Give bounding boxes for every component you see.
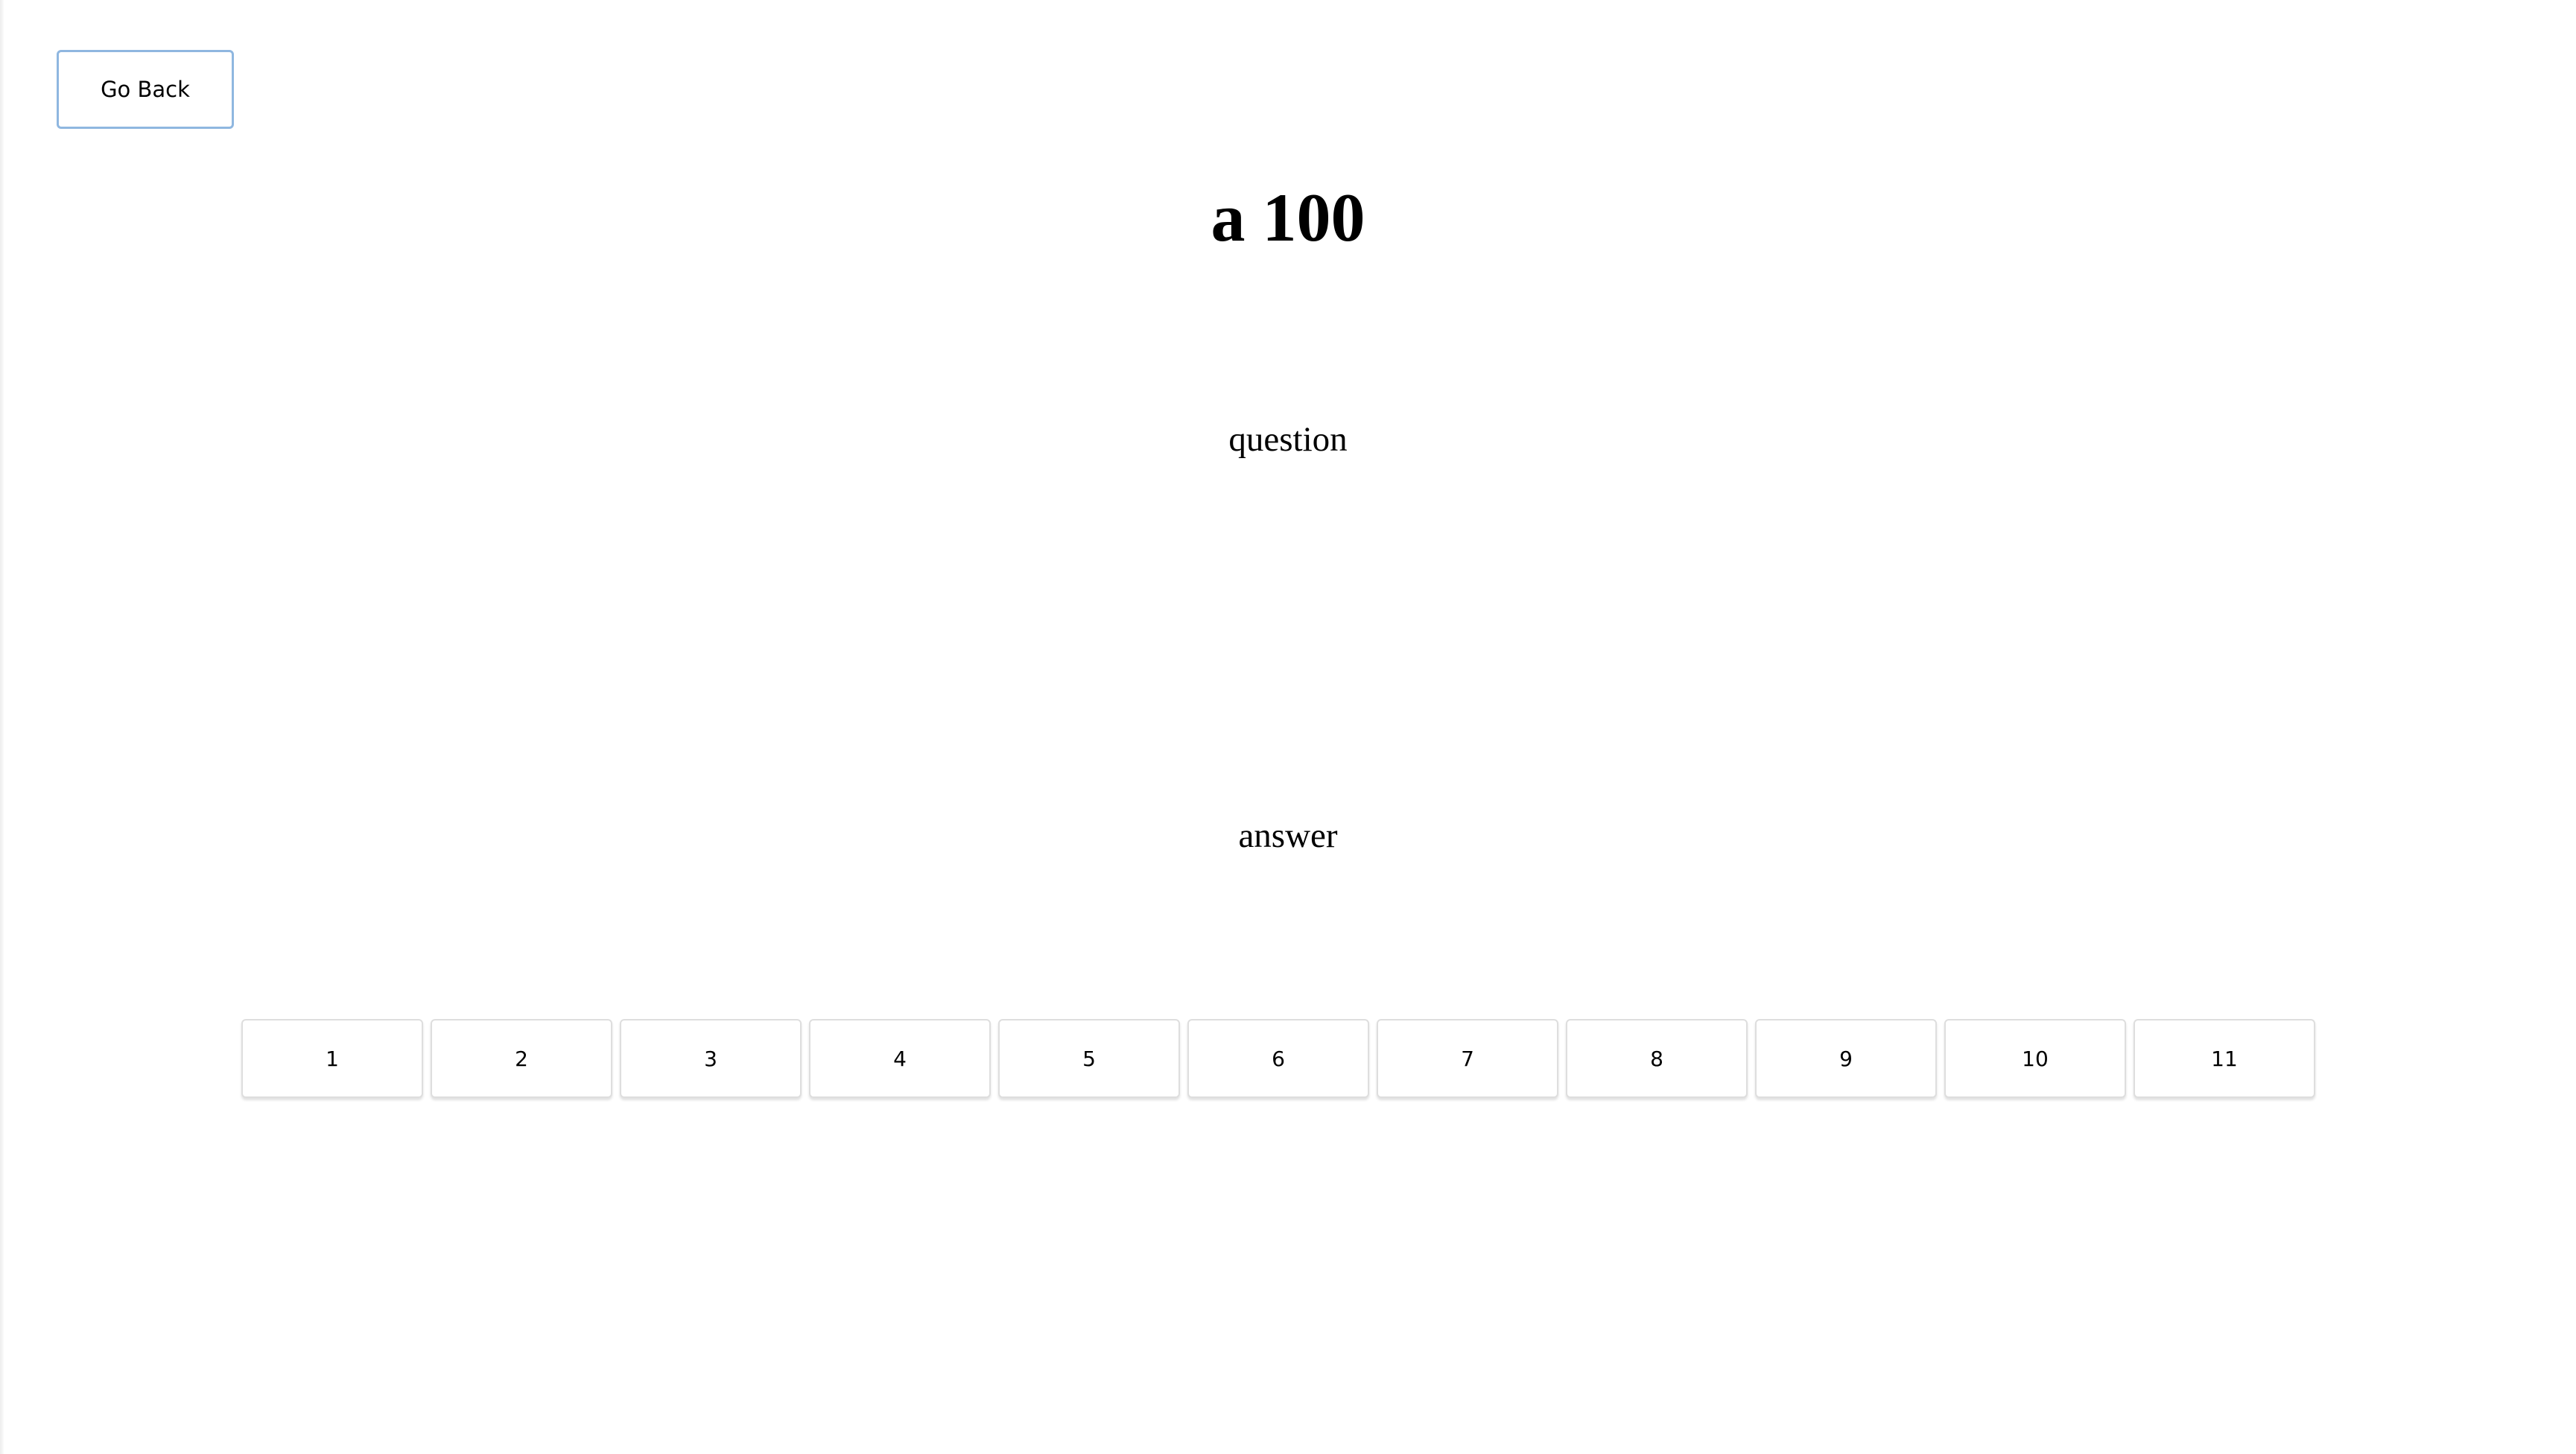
- number-button-10[interactable]: 10: [1944, 1019, 2126, 1098]
- number-button-row: 1 2 3 4 5 6 7 8 9 10 11: [241, 1019, 2315, 1098]
- number-button-9[interactable]: 9: [1755, 1019, 1937, 1098]
- go-back-button[interactable]: Go Back: [57, 50, 234, 129]
- number-button-8[interactable]: 8: [1566, 1019, 1748, 1098]
- number-button-1[interactable]: 1: [241, 1019, 423, 1098]
- number-button-3[interactable]: 3: [620, 1019, 802, 1098]
- number-button-4[interactable]: 4: [809, 1019, 991, 1098]
- page-title: a 100: [1211, 180, 1365, 255]
- number-button-2[interactable]: 2: [431, 1019, 612, 1098]
- number-button-7[interactable]: 7: [1377, 1019, 1558, 1098]
- number-button-11[interactable]: 11: [2134, 1019, 2315, 1098]
- number-button-6[interactable]: 6: [1187, 1019, 1369, 1098]
- answer-text: answer: [1238, 816, 1338, 855]
- question-text: question: [1228, 420, 1348, 459]
- number-button-5[interactable]: 5: [998, 1019, 1180, 1098]
